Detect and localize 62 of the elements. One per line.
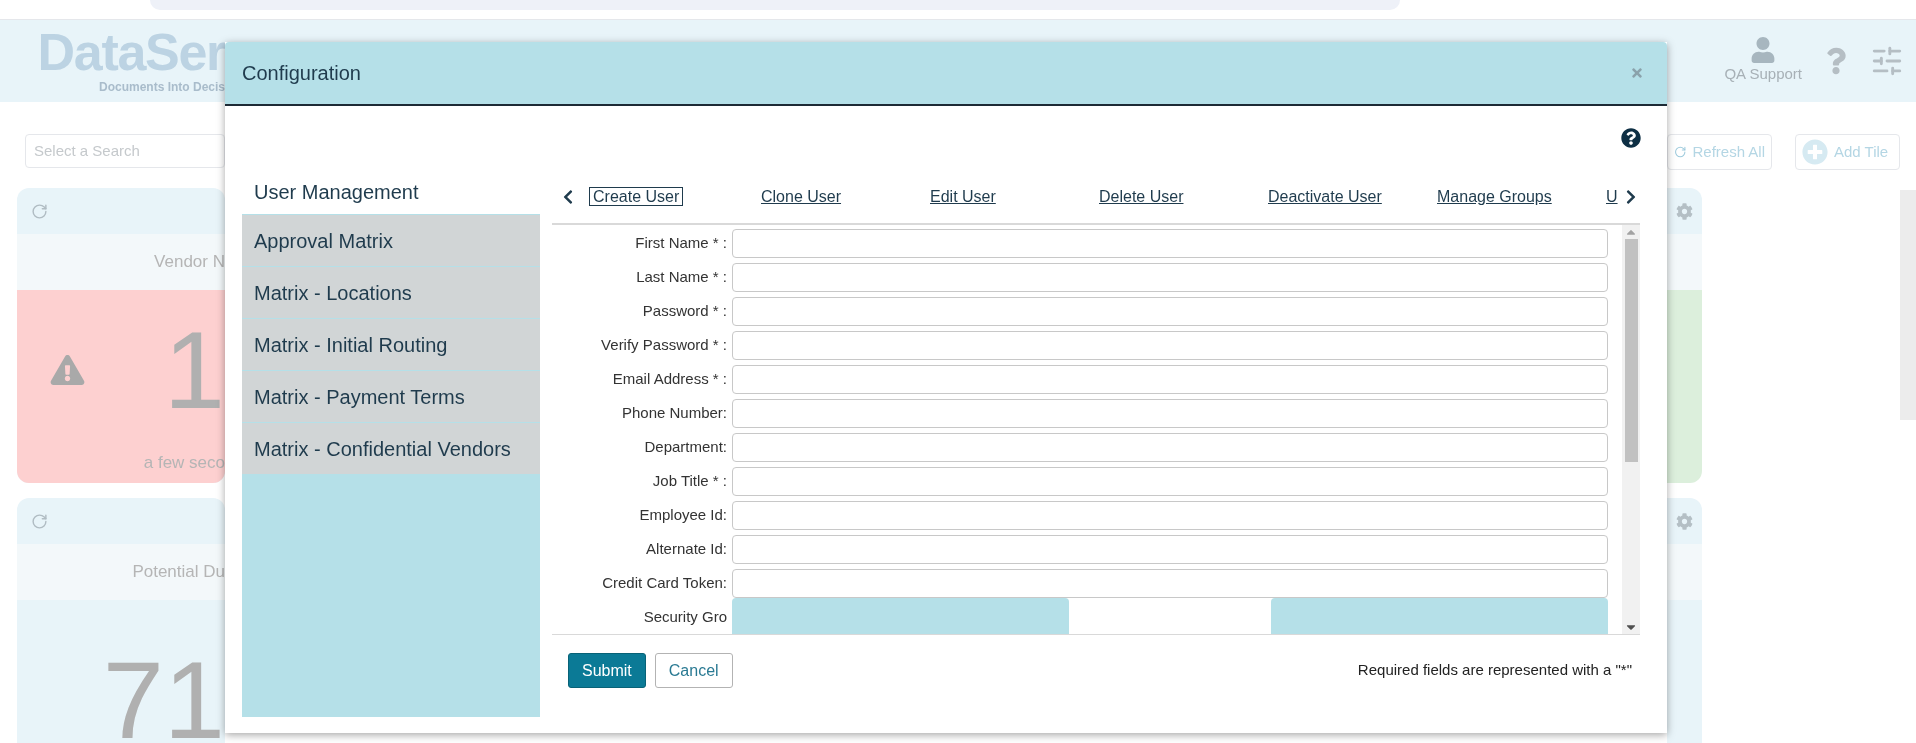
field-label: Job Title * : — [651, 471, 728, 492]
logo-tagline: Documents Into Decis — [98, 79, 225, 96]
text-field[interactable] — [732, 433, 1608, 462]
text-field[interactable] — [732, 569, 1608, 598]
plus-icon — [1802, 139, 1828, 165]
field-label: Password * : — [641, 301, 728, 322]
dialog-title: Configuration — [242, 61, 361, 86]
list-box[interactable] — [732, 597, 1069, 634]
user-icon[interactable] — [1750, 36, 1777, 63]
scroll-right-icon[interactable] — [1625, 188, 1637, 205]
user-name: QA Support — [1724, 63, 1802, 84]
text-field[interactable] — [732, 467, 1608, 496]
field-label: Department: — [643, 437, 728, 458]
tab[interactable]: Clone User — [758, 187, 845, 205]
sidebar-item[interactable]: Approval Matrix — [242, 214, 540, 266]
tab[interactable]: Deactivate User — [1265, 187, 1385, 205]
sidebar-item[interactable]: Matrix - Payment Terms — [242, 370, 540, 422]
tab[interactable]: Manage Groups — [1434, 187, 1555, 205]
scrollbar-thumb[interactable] — [1624, 239, 1638, 462]
sidebar-item[interactable]: Matrix - Initial Routing — [242, 318, 540, 370]
field-label: Alternate Id: — [645, 539, 728, 560]
text-field[interactable] — [732, 229, 1608, 258]
sidebar-item[interactable]: User Management — [242, 170, 540, 214]
field-label: Security Gro — [642, 607, 728, 628]
refresh-icon[interactable] — [31, 202, 48, 220]
cancel-button[interactable]: Cancel — [654, 653, 733, 688]
field-label: Credit Card Token: — [601, 573, 728, 594]
tile-title: Vendor N — [154, 251, 225, 274]
field-label: Phone Number: — [620, 403, 728, 424]
settings-icon[interactable] — [1870, 44, 1904, 78]
field-label: Employee Id: — [638, 505, 728, 526]
tile-timestamp: a few seco — [143, 451, 225, 474]
close-icon[interactable] — [1630, 66, 1644, 80]
tile-value: 71 — [102, 645, 225, 743]
field-label: Last Name * : — [635, 267, 728, 288]
field-label: First Name * : — [634, 233, 728, 254]
text-field[interactable] — [732, 297, 1608, 326]
gear-icon[interactable] — [1676, 202, 1693, 220]
tab[interactable]: Edit User — [927, 187, 999, 205]
tab[interactable]: Create User — [589, 186, 684, 206]
field-label: Email Address * : — [611, 369, 728, 390]
tab[interactable]: U — [1603, 187, 1621, 205]
tile-value: 1 — [163, 314, 225, 425]
gear-icon[interactable] — [1676, 512, 1693, 530]
required-note: Required fields are represented with a "*" — [1357, 660, 1632, 681]
tile-title: Potential Du — [132, 561, 225, 584]
text-field[interactable] — [732, 331, 1608, 360]
text-field[interactable] — [732, 501, 1608, 530]
text-field[interactable] — [732, 263, 1608, 292]
refresh-icon — [1674, 144, 1687, 160]
sidebar-item[interactable]: Matrix - Confidential Vendors — [242, 422, 540, 474]
sidebar-item[interactable]: Matrix - Locations — [242, 266, 540, 318]
list-box[interactable] — [1271, 597, 1608, 634]
submit-button[interactable]: Submit — [568, 653, 646, 688]
scroll-left-icon[interactable] — [562, 188, 574, 205]
help-icon[interactable] — [1621, 128, 1641, 148]
text-field[interactable] — [732, 365, 1608, 394]
text-field[interactable] — [732, 535, 1608, 564]
tab[interactable]: Delete User — [1096, 187, 1187, 205]
text-field[interactable] — [732, 399, 1608, 428]
refresh-icon[interactable] — [31, 512, 48, 530]
field-label: Verify Password * : — [600, 335, 728, 356]
